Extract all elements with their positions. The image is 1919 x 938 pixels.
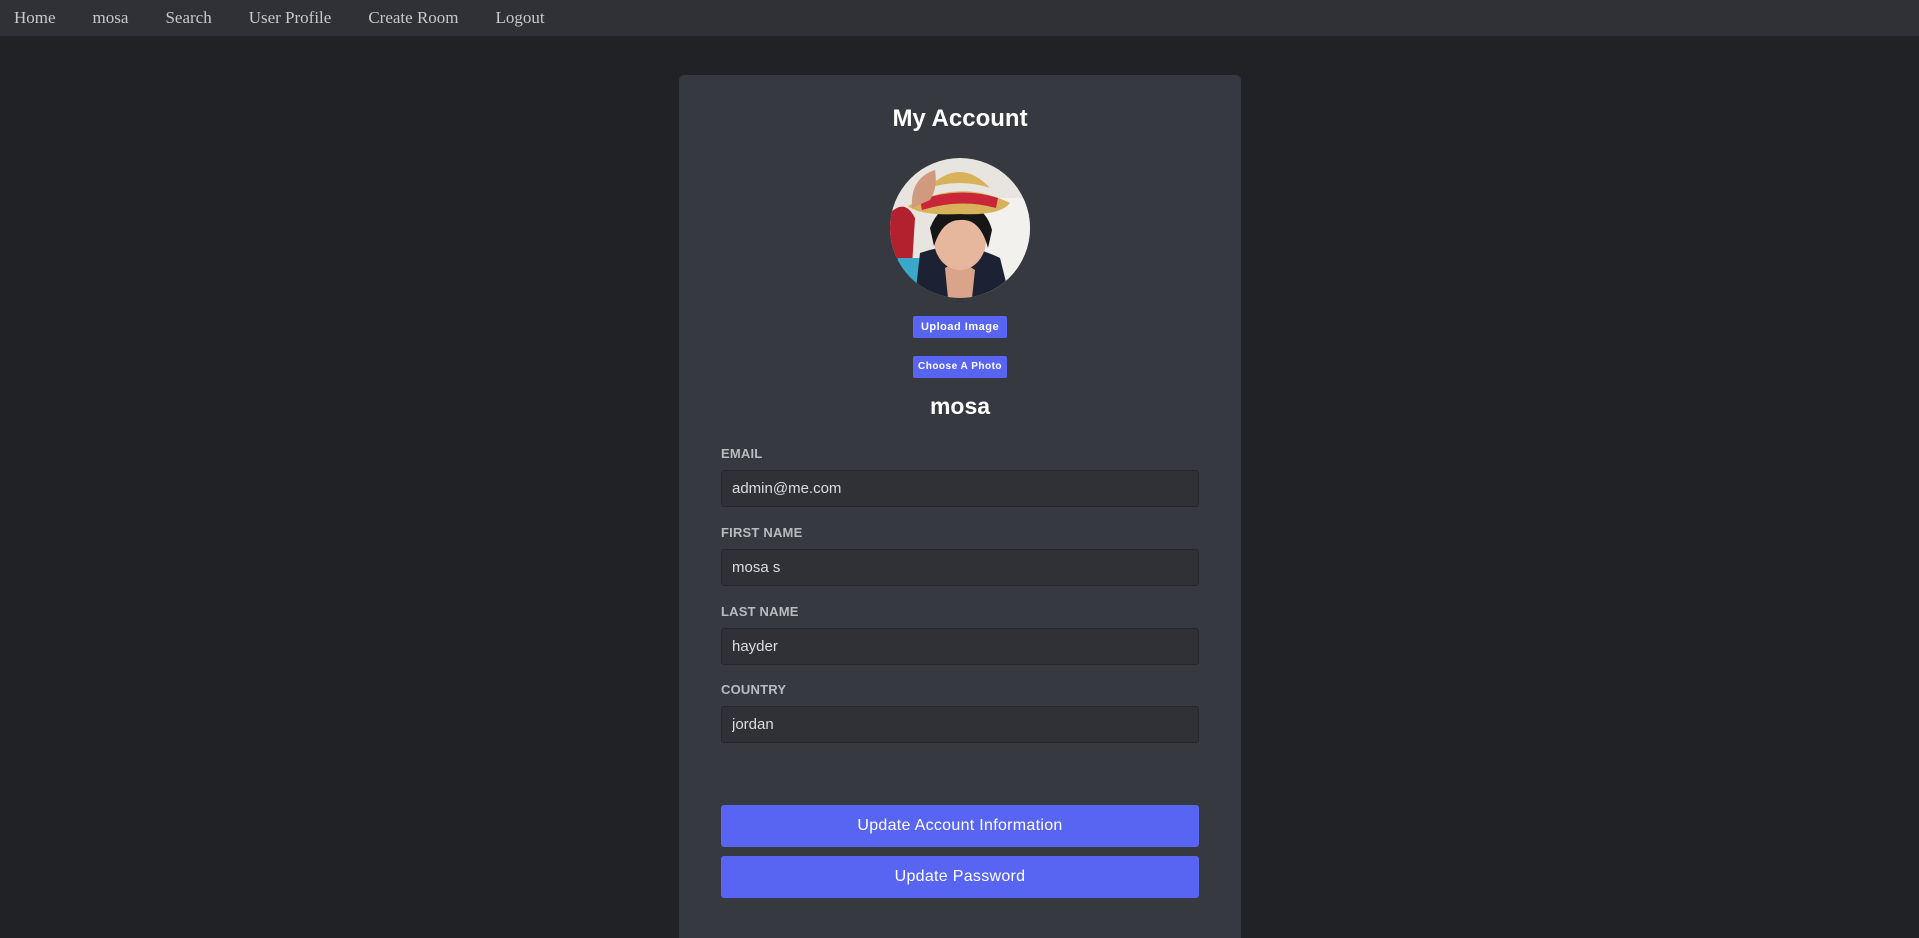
first-name-field[interactable] xyxy=(721,549,1199,586)
nav-username-link[interactable]: mosa xyxy=(93,8,129,28)
last-name-label: LAST NAME xyxy=(721,604,799,619)
nav-home-link[interactable]: Home xyxy=(14,8,56,28)
avatar-image xyxy=(890,158,1030,298)
country-label: COUNTRY xyxy=(721,682,787,697)
nav-create-room-link[interactable]: Create Room xyxy=(368,8,458,28)
country-field[interactable] xyxy=(721,706,1199,743)
nav-search-link[interactable]: Search xyxy=(165,8,211,28)
update-password-button[interactable]: Update Password xyxy=(721,856,1199,898)
top-navbar: Home mosa Search User Profile Create Roo… xyxy=(0,0,1919,36)
email-field[interactable] xyxy=(721,470,1199,507)
first-name-label: FIRST NAME xyxy=(721,525,803,540)
account-card: My Account Upload Image Choose A Photo m… xyxy=(679,75,1241,938)
page-title: My Account xyxy=(892,105,1028,132)
choose-photo-button[interactable]: Choose A Photo xyxy=(913,356,1007,378)
email-label: EMAIL xyxy=(721,446,763,461)
nav-logout-link[interactable]: Logout xyxy=(496,8,545,28)
avatar xyxy=(890,158,1030,298)
update-account-info-button[interactable]: Update Account Information xyxy=(721,805,1199,847)
upload-image-button[interactable]: Upload Image xyxy=(913,316,1007,338)
username-heading: mosa xyxy=(929,393,991,419)
nav-user-profile-link[interactable]: User Profile xyxy=(249,8,332,28)
last-name-field[interactable] xyxy=(721,628,1199,665)
